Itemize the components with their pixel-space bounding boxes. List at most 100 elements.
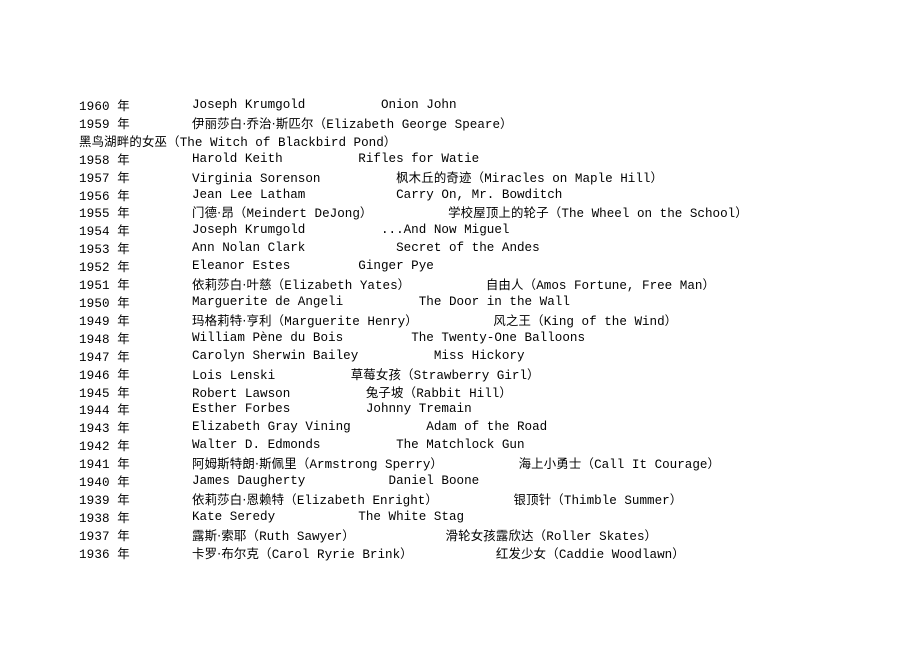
entry-year: 1959 年 <box>79 115 130 132</box>
entry-year: 1954 年 <box>79 223 130 240</box>
entry-author: Eleanor Estes <box>192 259 291 274</box>
cjk-text-run: 依莉莎白·叶慈（ <box>192 277 285 293</box>
award-entry-row: 1945 年 Robert Lawson 兔子坡（Rabbit Hill） <box>79 385 874 403</box>
entry-title: 枫木丘的奇迹（Miracles on Maple Hill） <box>396 169 664 186</box>
cjk-text-run: 伊丽莎白·乔治·斯匹尔（ <box>192 115 327 131</box>
entry-year: 1949 年 <box>79 312 130 329</box>
cjk-text-run: 年 <box>117 187 130 203</box>
award-entry-row: 1938 年 Kate Seredy The White Stag <box>79 510 874 528</box>
entry-body: Elizabeth Gray Vining Adam of the Road <box>192 420 547 434</box>
entry-column-gap <box>513 118 604 134</box>
entry-year: 1943 年 <box>79 420 130 437</box>
entry-year: 1953 年 <box>79 241 130 258</box>
cjk-text-run: ） <box>644 527 658 543</box>
entry-author: Joseph Krumgold <box>192 223 306 238</box>
cjk-text-run: ） <box>702 277 716 293</box>
cjk-text-run: 年 <box>117 294 130 310</box>
entry-author: James Daugherty <box>192 474 306 489</box>
entry-column-gap <box>305 98 381 114</box>
cjk-text-run: 年 <box>117 491 130 507</box>
cjk-text-run: ） <box>499 384 512 400</box>
award-entry-row: 1944 年 Esther Forbes Johnny Tremain <box>79 402 874 420</box>
entry-title: 自由人（Amos Fortune, Free Man） <box>485 277 716 294</box>
entry-body: Joseph Krumgold ...And Now Miguel <box>192 223 509 237</box>
cjk-text-run: 年 <box>117 456 130 472</box>
entry-year: 1942 年 <box>79 438 130 455</box>
cjk-text-run: ） <box>672 545 685 561</box>
award-entry-row: 1952 年 Eleanor Estes Ginger Pye <box>79 259 874 277</box>
entry-column-gap <box>275 510 358 526</box>
entry-body: 依莉莎白·叶慈（Elizabeth Yates） 自由人（Amos Fortun… <box>192 277 716 295</box>
entry-year: 1939 年 <box>79 491 130 508</box>
award-entry-row: 1953 年 Ann Nolan Clark Secret of the Ande… <box>79 241 874 259</box>
entry-author: Jean Lee Latham <box>192 187 306 202</box>
entry-column-gap <box>343 295 419 311</box>
cjk-text-run: 学校屋顶上的轮子（ <box>448 205 562 221</box>
cjk-text-run: 银顶针（ <box>513 491 564 507</box>
entry-title: 红发少女（Caddie Woodlawn） <box>495 545 685 562</box>
entry-year: 1955 年 <box>79 205 130 222</box>
award-entry-row: 1943 年 Elizabeth Gray Vining Adam of the … <box>79 420 874 438</box>
entry-body: Carolyn Sherwin Bailey Miss Hickory <box>192 349 525 363</box>
entry-body: Eleanor Estes Ginger Pye <box>192 259 434 273</box>
cjk-text-run: 枫木丘的奇迹（ <box>396 169 485 185</box>
entry-column-gap <box>320 172 396 188</box>
cjk-text-run: ） <box>383 133 397 149</box>
entry-year: 1940 年 <box>79 474 130 491</box>
entry-body: 依莉莎白·恩赖特（Elizabeth Enright） 银顶针（Thimble … <box>192 491 683 510</box>
entry-author: Ann Nolan Clark <box>192 241 306 256</box>
entry-body: 门德·昂（Meindert DeJong） 学校屋顶上的轮子（The Wheel… <box>192 205 748 221</box>
entry-body: Joseph Krumgold Onion John <box>192 98 457 112</box>
cjk-text-run: 年 <box>117 169 130 185</box>
cjk-text-run: ） <box>430 456 443 472</box>
entry-title: Secret of the Andes <box>396 241 540 256</box>
entry-body: Kate Seredy The White Stag <box>192 510 464 524</box>
entry-title: 兔子坡（Rabbit Hill） <box>365 384 512 401</box>
entry-title: 黑鸟湖畔的女巫（The Witch of Blackbird Pond） <box>79 133 397 150</box>
entry-author: 阿姆斯特朗·斯佩里（Armstrong Sperry） <box>192 456 443 473</box>
entry-title: 风之王（King of the Wind） <box>493 312 678 329</box>
award-entry-row: 1955 年 门德·昂（Meindert DeJong） 学校屋顶上的轮子（The… <box>79 205 874 223</box>
entry-year: 1960 年 <box>79 98 130 114</box>
cjk-text-run: 年 <box>117 420 130 436</box>
entry-body: Virginia Sorenson 枫木丘的奇迹（Miracles on Map… <box>192 169 664 188</box>
entry-title: Miss Hickory <box>433 348 525 363</box>
document-page: 1960 年 Joseph Krumgold Onion John 1959 年 伊丽… <box>0 0 920 651</box>
entry-body: 玛格莉特·亨利（Marguerite Henry） 风之王（King of th… <box>192 312 678 329</box>
entry-title: The Matchlock Gun <box>396 438 525 453</box>
entry-year: 1958 年 <box>79 151 130 168</box>
entry-body: Harold Keith Rifles for Watie <box>192 152 479 166</box>
entry-author: Robert Lawson <box>192 386 291 401</box>
entry-year: 1945 年 <box>79 384 130 401</box>
cjk-text-run: ） <box>527 366 540 382</box>
entry-column-gap <box>410 279 486 295</box>
cjk-text-run: 海上小勇士（ <box>518 456 595 472</box>
entry-title: ...And Now Miguel <box>380 223 510 238</box>
entry-title: 草莓女孩（Strawberry Girl） <box>350 366 540 383</box>
entry-column-gap <box>283 152 359 168</box>
cjk-text-run: 门德·昂（ <box>192 205 247 221</box>
entry-body: James Daugherty Daniel Boone <box>192 474 479 488</box>
cjk-text-run: ） <box>669 491 683 507</box>
entry-author: Walter D. Edmonds <box>192 438 321 453</box>
cjk-text-run: 年 <box>117 384 130 400</box>
entry-title: The Twenty-One Balloons <box>411 330 586 345</box>
entry-column-gap <box>438 494 514 510</box>
entry-year: 1952 年 <box>79 259 130 276</box>
entry-author: Marguerite de Angeli <box>192 294 344 309</box>
cjk-text-run: 年 <box>117 438 130 454</box>
award-entry-row: 1937 年 露斯·索耶（Ruth Sawyer） 滑轮女孩露欣达（Roller … <box>79 528 874 546</box>
entry-body: Marguerite de Angeli The Door in the Wal… <box>192 295 570 309</box>
entry-body: Lois Lenski 草莓女孩（Strawberry Girl） <box>192 366 540 383</box>
cjk-text-run: 年 <box>117 366 130 382</box>
entry-author: Virginia Sorenson <box>192 171 321 186</box>
cjk-text-run: 阿姆斯特朗·斯佩里（ <box>192 456 310 472</box>
cjk-text-run: ） <box>425 491 438 507</box>
cjk-text-run: 卡罗·布尔克（ <box>192 545 272 561</box>
entry-author: Carolyn Sherwin Bailey <box>192 348 359 363</box>
cjk-text-run: 黑鸟湖畔的女巫（ <box>79 133 180 149</box>
cjk-text-run: ） <box>397 277 411 293</box>
cjk-text-run: 年 <box>117 241 130 257</box>
entry-body: Robert Lawson 兔子坡（Rabbit Hill） <box>192 384 512 401</box>
cjk-text-run: 草莓女孩（ <box>350 366 414 382</box>
